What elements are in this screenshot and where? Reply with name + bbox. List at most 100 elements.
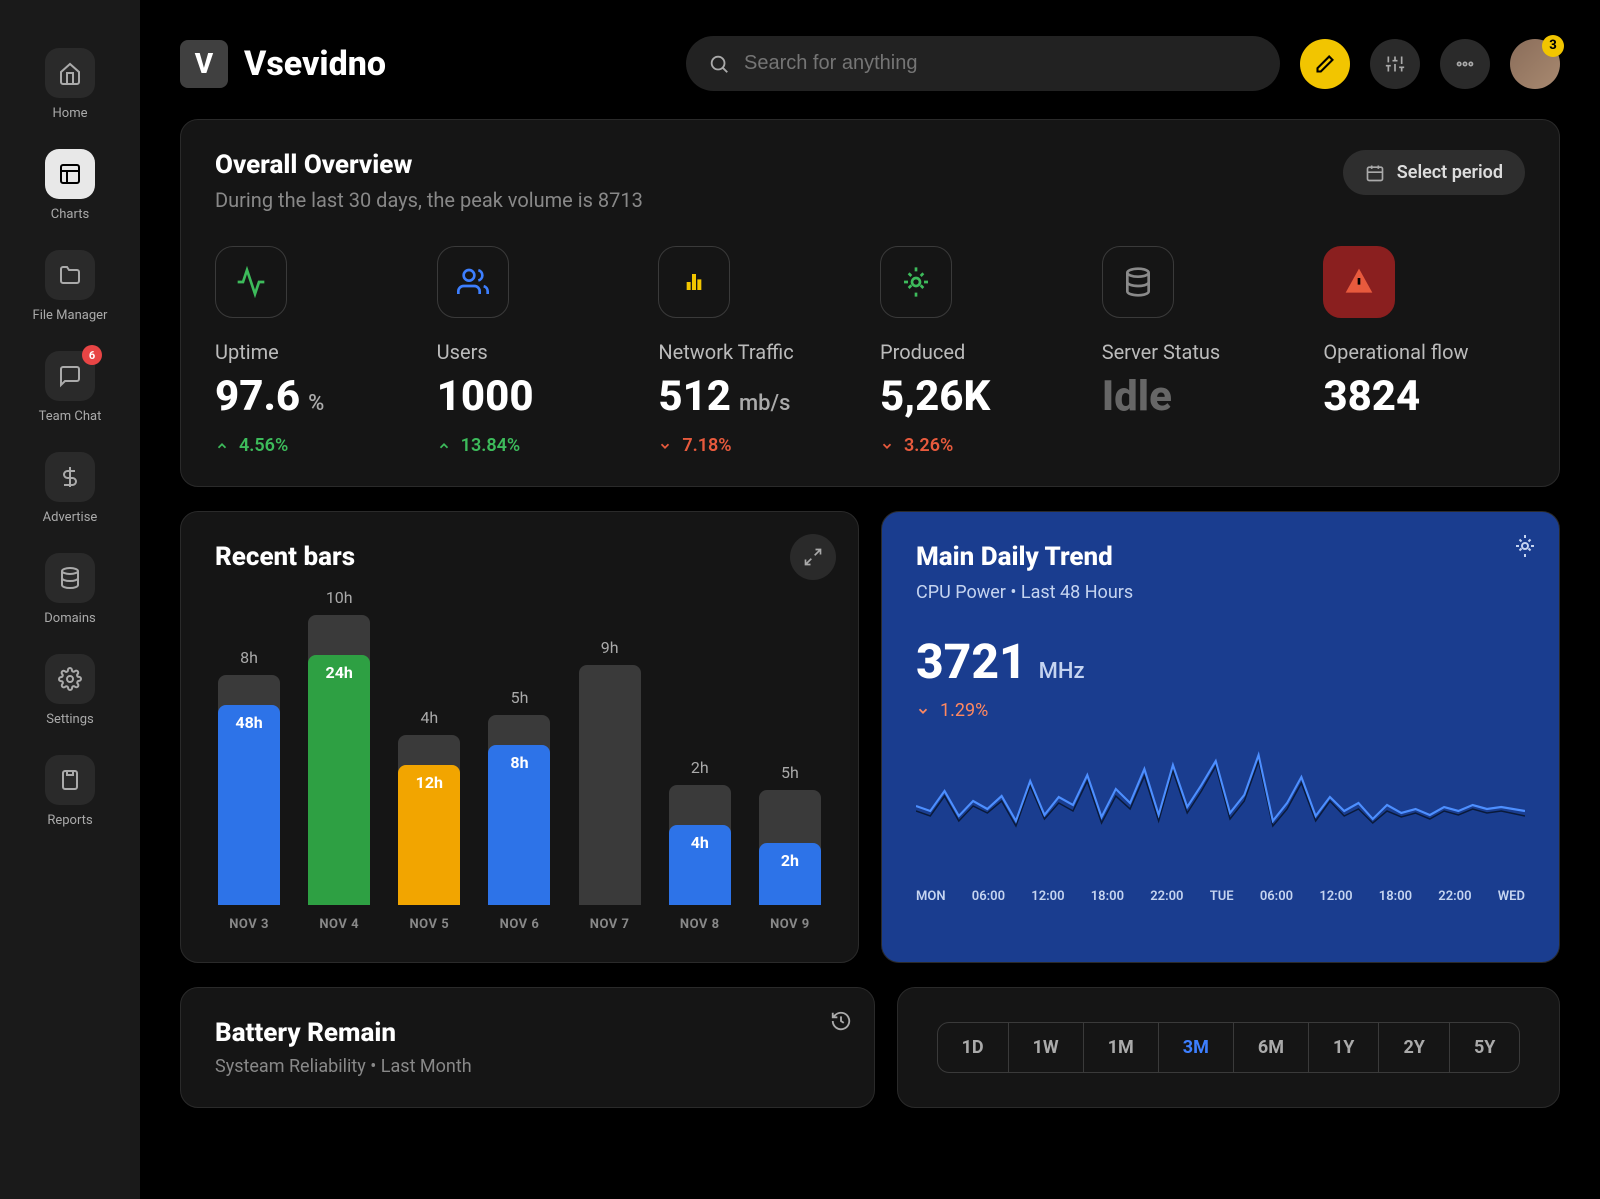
bar-bg-label: 5h (781, 763, 799, 782)
bar-bg-label: 9h (601, 638, 619, 657)
nav-file-manager[interactable]: File Manager (0, 242, 140, 331)
chevron-down-icon (658, 439, 672, 453)
bar-nov-7[interactable]: 9h NOV 7 (576, 638, 644, 932)
history-button[interactable] (830, 1010, 852, 1036)
bar-x-label: NOV 3 (229, 917, 269, 932)
avatar[interactable]: 3 (1510, 39, 1560, 89)
avatar-badge: 3 (1542, 35, 1564, 57)
stat-value: Idle (1102, 372, 1304, 421)
bar-x-label: NOV 8 (680, 917, 720, 932)
bar-fg: 12h (398, 765, 460, 905)
nav-label: Home (53, 106, 88, 121)
search-field[interactable] (744, 52, 1258, 75)
expand-icon (803, 547, 823, 567)
overview-subtitle: During the last 30 days, the peak volume… (215, 188, 643, 212)
sliders-icon (1385, 54, 1405, 74)
nav-team-chat[interactable]: 6 Team Chat (0, 343, 140, 432)
dollar-icon (45, 452, 95, 502)
range-panel: 1D1W1M3M6M1Y2Y5Y (897, 987, 1560, 1108)
bar-x-label: NOV 7 (590, 917, 630, 932)
range-2Y[interactable]: 2Y (1379, 1023, 1449, 1072)
stat-delta: 7.18% (658, 435, 860, 456)
range-1M[interactable]: 1M (1084, 1023, 1159, 1072)
bar-nov-6[interactable]: 5h 8h NOV 6 (485, 688, 553, 932)
nav-home[interactable]: Home (0, 40, 140, 129)
bar-nov-4[interactable]: 10h 24h NOV 4 (305, 588, 373, 932)
nav-label: Team Chat (39, 409, 102, 424)
bar-nov-5[interactable]: 4h 12h NOV 5 (395, 708, 463, 932)
search-input[interactable] (686, 36, 1280, 91)
overview-title: Overall Overview (215, 150, 643, 180)
stat-network: Network Traffic 512 mb/s 7.18% (658, 246, 860, 456)
database-icon (45, 553, 95, 603)
nav-advertise[interactable]: Advertise (0, 444, 140, 533)
stat-label: Users (437, 340, 639, 364)
brand-name: Vsevidno (244, 44, 386, 84)
x-tick: 22:00 (1438, 889, 1471, 904)
range-6M[interactable]: 6M (1234, 1023, 1309, 1072)
layout-icon (45, 149, 95, 199)
recent-bars-title: Recent bars (215, 542, 824, 572)
bar-x-label: NOV 6 (500, 917, 540, 932)
daily-trend-panel: Main Daily Trend CPU Power • Last 48 Hou… (881, 511, 1560, 963)
sidebar: Home Charts File Manager 6 Team Chat Adv… (0, 0, 140, 1199)
battery-title: Battery Remain (215, 1018, 840, 1048)
x-tick: 12:00 (1319, 889, 1352, 904)
nav-badge: 6 (82, 345, 102, 365)
stat-label: Server Status (1102, 340, 1304, 364)
bar-fg: 8h (488, 745, 550, 905)
range-1D[interactable]: 1D (938, 1023, 1009, 1072)
sliders-button[interactable] (1370, 39, 1420, 89)
pencil-icon (1315, 54, 1335, 74)
range-1Y[interactable]: 1Y (1309, 1023, 1379, 1072)
x-tick: 18:00 (1091, 889, 1124, 904)
nav-domains[interactable]: Domains (0, 545, 140, 634)
folder-icon (45, 250, 95, 300)
bars-icon (658, 246, 730, 318)
nav-settings[interactable]: Settings (0, 646, 140, 735)
bar-x-label: NOV 5 (410, 917, 450, 932)
stat-produced: Produced 5,26K 3.26% (880, 246, 1082, 456)
chevron-up-icon (215, 439, 229, 453)
bar-nov-9[interactable]: 5h 2h NOV 9 (756, 763, 824, 932)
bar-bg-label: 2h (691, 758, 709, 777)
nav-charts[interactable]: Charts (0, 141, 140, 230)
bar-x-label: NOV 9 (770, 917, 810, 932)
stat-label: Uptime (215, 340, 417, 364)
range-3M[interactable]: 3M (1159, 1023, 1234, 1072)
stat-value: 1000 (437, 372, 639, 421)
x-tick: WED (1498, 889, 1525, 904)
more-button[interactable] (1440, 39, 1490, 89)
nav-reports[interactable]: Reports (0, 747, 140, 836)
chevron-down-icon (880, 439, 894, 453)
nav-label: File Manager (33, 308, 108, 323)
stat-users: Users 1000 13.84% (437, 246, 639, 456)
more-icon (1455, 54, 1475, 74)
gear-icon (1513, 534, 1537, 558)
nav-label: Charts (51, 207, 89, 222)
bar-bg-label: 4h (420, 708, 438, 727)
nav-label: Advertise (43, 510, 98, 525)
edit-button[interactable] (1300, 39, 1350, 89)
range-5Y[interactable]: 5Y (1450, 1023, 1519, 1072)
x-tick: 22:00 (1150, 889, 1183, 904)
bar-fg: 2h (759, 843, 821, 905)
battery-panel: Battery Remain Systeam Reliability • Las… (180, 987, 875, 1108)
bar-bg-label: 5h (511, 688, 529, 707)
overview-panel: Overall Overview During the last 30 days… (180, 119, 1560, 487)
stat-value: 3824 (1323, 372, 1525, 421)
bar-fg: 24h (308, 655, 370, 905)
settings-button[interactable] (1513, 534, 1537, 562)
select-period-button[interactable]: Select period (1343, 150, 1525, 195)
range-1W[interactable]: 1W (1009, 1023, 1084, 1072)
battery-subtitle: Systeam Reliability • Last Month (215, 1056, 840, 1077)
bar-nov-8[interactable]: 2h 4h NOV 8 (666, 758, 734, 932)
daily-trend-subtitle: CPU Power • Last 48 Hours (916, 582, 1525, 603)
expand-button[interactable] (790, 534, 836, 580)
bar-bg-label: 8h (240, 648, 258, 667)
recent-bars-panel: Recent bars 8h 48h NOV 3 10h 24h NOV 4 4… (180, 511, 859, 963)
x-tick: 06:00 (972, 889, 1005, 904)
stat-delta: 3.26% (880, 435, 1082, 456)
activity-icon (215, 246, 287, 318)
bar-nov-3[interactable]: 8h 48h NOV 3 (215, 648, 283, 932)
